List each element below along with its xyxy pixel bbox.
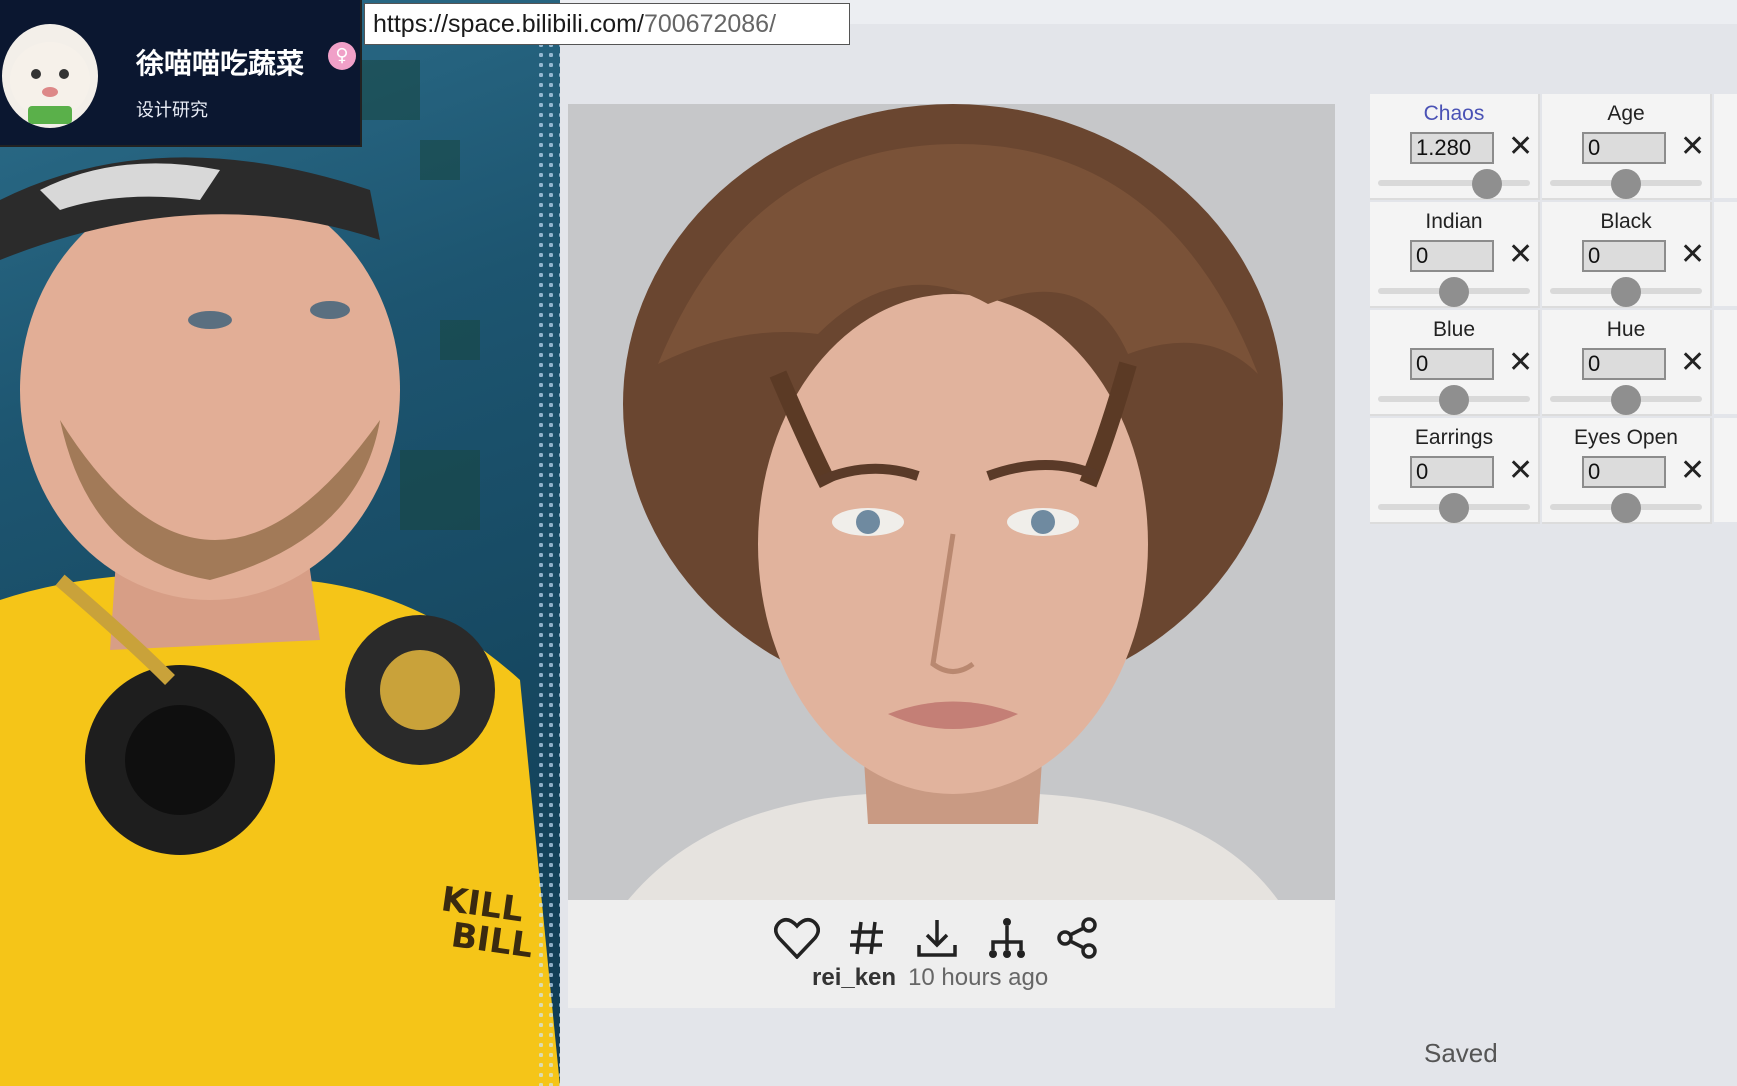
close-icon[interactable]: ✕ [1508, 454, 1533, 488]
age-value-input[interactable]: 0 [1582, 132, 1666, 164]
branch-button[interactable] [983, 914, 1031, 962]
black-value-input[interactable]: 0 [1582, 240, 1666, 272]
heart-icon [774, 918, 820, 959]
slider-control-age: Age 0 ✕ [1542, 94, 1712, 200]
indian-value-input[interactable]: 0 [1410, 240, 1494, 272]
timestamp: 10 hours ago [908, 964, 1049, 991]
slider-control-eyes-open: Eyes Open 0 ✕ [1542, 418, 1712, 524]
url-path: 700672086/ [643, 10, 777, 38]
webcam-overlay: KILL BILL [0, 0, 560, 1086]
card-meta: rei_ken 10 hours ago [812, 964, 1048, 992]
card-footer: rei_ken 10 hours ago [568, 900, 1335, 1008]
slider-control-black: Black 0 ✕ [1542, 202, 1712, 308]
slider-label: Chaos [1423, 102, 1485, 125]
slider-thumb[interactable] [1611, 277, 1641, 307]
share-icon [1057, 917, 1097, 959]
like-button[interactable] [773, 914, 821, 962]
slider-label: Age [1607, 102, 1645, 125]
chaos-value-input[interactable]: 1.280 [1410, 132, 1494, 164]
channel-badge: 徐喵喵吃蔬菜 ♀ 设计研究 [0, 0, 362, 147]
slider-control-partial [1714, 418, 1737, 522]
close-icon[interactable]: ✕ [1680, 346, 1705, 380]
slider-track[interactable] [1378, 180, 1530, 186]
slider-control-partial [1714, 310, 1737, 414]
author-link[interactable]: rei_ken [812, 964, 896, 991]
slider-control-blue: Blue 0 ✕ [1370, 310, 1540, 416]
streamer-image: KILL BILL [0, 157, 560, 1086]
save-status: Saved [1424, 1038, 1498, 1068]
slider-label: Indian [1425, 210, 1483, 233]
slider-label: Blue [1432, 318, 1476, 341]
slider-control-hue: Hue 0 ✕ [1542, 310, 1712, 416]
tags-button[interactable] [843, 914, 891, 962]
earrings-value-input[interactable]: 0 [1410, 456, 1494, 488]
channel-subtitle: 设计研究 [136, 100, 208, 121]
close-icon[interactable]: ✕ [1680, 238, 1705, 272]
url-domain: https://space.bilibili.com/ [373, 10, 644, 38]
gender-icon: ♀ [328, 42, 356, 70]
branch-icon [989, 918, 1025, 958]
generated-image-card: rei_ken 10 hours ago [568, 104, 1335, 1008]
channel-name: 徐喵喵吃蔬菜 [136, 47, 305, 80]
slider-control-indian: Indian 0 ✕ [1370, 202, 1540, 308]
close-icon[interactable]: ✕ [1680, 454, 1705, 488]
share-button[interactable] [1053, 914, 1101, 962]
slider-control-partial [1714, 202, 1737, 306]
close-icon[interactable]: ✕ [1680, 130, 1705, 164]
slider-thumb[interactable] [1611, 169, 1641, 199]
slider-thumb[interactable] [1439, 277, 1469, 307]
slider-label: Eyes Open [1574, 426, 1678, 449]
slider-label: Earrings [1414, 426, 1494, 449]
slider-thumb[interactable] [1439, 385, 1469, 415]
avatar [2, 24, 98, 128]
gene-slider-panel: Chaos 1.280 ✕ Age 0 ✕ Indian 0 ✕ Black 0 ✕ Blue 0 ✕ Hue… [1370, 94, 1737, 526]
generated-portrait[interactable] [568, 104, 1335, 900]
hashtag-icon [850, 921, 883, 955]
card-actions [773, 914, 1101, 962]
hue-value-input[interactable]: 0 [1582, 348, 1666, 380]
url-tooltip: https://space.bilibili.com/700672086/ [364, 3, 850, 45]
slider-label: Black [1600, 210, 1652, 233]
download-button[interactable] [913, 914, 961, 962]
slider-thumb[interactable] [1611, 385, 1641, 415]
blue-value-input[interactable]: 0 [1410, 348, 1494, 380]
close-icon[interactable]: ✕ [1508, 130, 1533, 164]
close-icon[interactable]: ✕ [1508, 346, 1533, 380]
slider-thumb[interactable] [1611, 493, 1641, 523]
slider-label: Hue [1606, 318, 1646, 341]
close-icon[interactable]: ✕ [1508, 238, 1533, 272]
slider-thumb[interactable] [1472, 169, 1503, 199]
slider-thumb[interactable] [1439, 493, 1469, 523]
slider-control-earrings: Earrings 0 ✕ [1370, 418, 1540, 524]
eyes-open-value-input[interactable]: 0 [1582, 456, 1666, 488]
slider-control-partial [1714, 94, 1737, 198]
slider-control-chaos: Chaos 1.280 ✕ [1370, 94, 1540, 200]
download-icon [917, 920, 957, 957]
